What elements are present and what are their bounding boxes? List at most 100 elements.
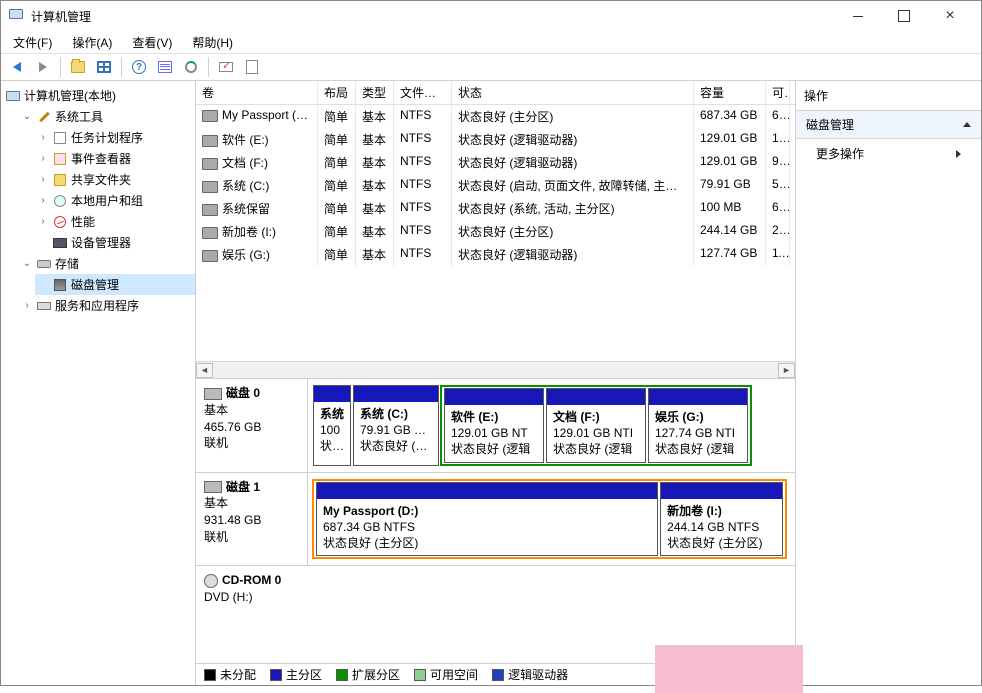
disk-row-cdrom[interactable]: CD-ROM 0 DVD (H:) (196, 566, 795, 612)
close-button[interactable]: × (927, 1, 973, 31)
expand-icon[interactable]: › (37, 132, 49, 143)
volume-header-row: 卷 布局 类型 文件系统 状态 容量 可 (196, 81, 795, 105)
partition-status: 状态良好 (逻辑 (655, 441, 741, 457)
menu-file[interactable]: 文件(F) (5, 32, 60, 53)
expand-icon[interactable]: › (37, 153, 49, 164)
horizontal-scrollbar[interactable]: ◄ ► (196, 361, 795, 378)
partition[interactable]: 娱乐 (G:)127.74 GB NTI状态良好 (逻辑 (648, 388, 748, 463)
partition-name: 新加卷 (I:) (667, 503, 776, 519)
partition[interactable]: 新加卷 (I:)244.14 GB NTFS状态良好 (主分区) (660, 482, 783, 557)
properties-button[interactable] (214, 56, 238, 78)
tree-label: 共享文件夹 (71, 171, 131, 188)
help-button[interactable]: ? (127, 56, 151, 78)
partition[interactable]: 系统100状态良好 (313, 385, 351, 466)
volume-layout: 简单 (318, 174, 356, 197)
partition-meta: 127.74 GB NTI (655, 425, 741, 441)
disk-type: 基本 (204, 402, 299, 419)
volume-type: 基本 (356, 243, 394, 266)
up-button[interactable] (66, 56, 90, 78)
partition-status: 状态良好 (逻辑 (553, 441, 639, 457)
collapse-icon[interactable]: ⌄ (21, 258, 33, 269)
forward-button[interactable] (31, 56, 55, 78)
col-status[interactable]: 状态 (452, 81, 694, 104)
tree-label: 服务和应用程序 (55, 297, 139, 314)
cdrom-drive: DVD (H:) (204, 589, 300, 606)
volume-capacity: 100 MB (694, 197, 766, 220)
col-filesystem[interactable]: 文件系统 (394, 81, 452, 104)
volume-layout: 简单 (318, 105, 356, 128)
volume-name: 软件 (E:) (222, 133, 269, 147)
volume-row[interactable]: My Passport (D:)简单基本NTFS状态良好 (主分区)687.34… (196, 105, 795, 128)
col-type[interactable]: 类型 (356, 81, 394, 104)
partition-name: My Passport (D:) (323, 503, 651, 519)
col-capacity[interactable]: 容量 (694, 81, 766, 104)
content-pane: 卷 布局 类型 文件系统 状态 容量 可 My Passport (D:)简单基… (196, 81, 796, 685)
expand-icon[interactable]: › (37, 216, 49, 227)
partition[interactable]: 软件 (E:)129.01 GB NT状态良好 (逻辑 (444, 388, 544, 463)
volume-row[interactable]: 文档 (F:)简单基本NTFS状态良好 (逻辑驱动器)129.01 GB94 (196, 151, 795, 174)
scroll-right-button[interactable]: ► (778, 363, 795, 378)
volume-free: 11 (766, 243, 790, 266)
task-icon (54, 132, 66, 144)
partition-meta: 687.34 GB NTFS (323, 519, 651, 535)
tree-shared-folders[interactable]: › 共享文件夹 (35, 169, 195, 190)
volume-layout: 简单 (318, 243, 356, 266)
volume-icon (202, 110, 218, 122)
volume-free: 55 (766, 174, 790, 197)
menu-help[interactable]: 帮助(H) (184, 32, 241, 53)
back-button[interactable] (5, 56, 29, 78)
action-more[interactable]: 更多操作 (796, 139, 981, 168)
tree-device-manager[interactable]: 设备管理器 (35, 232, 195, 253)
disk-info: 磁盘 0 基本 465.76 GB 联机 (196, 379, 308, 472)
maximize-button[interactable] (881, 1, 927, 31)
col-free[interactable]: 可 (766, 81, 790, 104)
actions-section[interactable]: 磁盘管理 (796, 111, 981, 139)
refresh-button[interactable] (179, 56, 203, 78)
tree-system-tools[interactable]: ⌄ 系统工具 (19, 106, 195, 127)
swatch-icon (492, 669, 504, 681)
disk-row[interactable]: 磁盘 0 基本 465.76 GB 联机 系统100状态良好 系统 (C:)79… (196, 379, 795, 473)
volume-status: 状态良好 (主分区) (452, 105, 694, 128)
disk-status: 联机 (204, 435, 299, 452)
expand-icon[interactable]: › (37, 174, 49, 185)
tree-task-scheduler[interactable]: ›任务计划程序 (35, 127, 195, 148)
legend-free: 可用空间 (414, 666, 478, 683)
volume-name: 娱乐 (G:) (222, 248, 270, 262)
tree-services-apps[interactable]: › 服务和应用程序 (19, 295, 195, 316)
view-button[interactable] (92, 56, 116, 78)
tree-root[interactable]: 计算机管理(本地) (3, 85, 195, 106)
scroll-left-button[interactable]: ◄ (196, 363, 213, 378)
col-volume[interactable]: 卷 (196, 81, 318, 104)
col-layout[interactable]: 布局 (318, 81, 356, 104)
minimize-button[interactable] (835, 1, 881, 31)
toolbar-separator (121, 57, 122, 77)
list-button[interactable] (153, 56, 177, 78)
services-icon (37, 302, 51, 310)
volume-row[interactable]: 新加卷 (I:)简单基本NTFS状态良好 (主分区)244.14 GB24 (196, 220, 795, 243)
volume-row[interactable]: 软件 (E:)简单基本NTFS状态良好 (逻辑驱动器)129.01 GB10 (196, 128, 795, 151)
volume-row[interactable]: 系统保留简单基本NTFS状态良好 (系统, 活动, 主分区)100 MB65 (196, 197, 795, 220)
doc-button[interactable] (240, 56, 264, 78)
expand-icon[interactable]: › (37, 195, 49, 206)
tree-performance[interactable]: ›性能 (35, 211, 195, 232)
tree-storage[interactable]: ⌄ 存储 (19, 253, 195, 274)
tree-local-users[interactable]: ›本地用户和组 (35, 190, 195, 211)
disk-row[interactable]: 磁盘 1 基本 931.48 GB 联机 My Passport (D:)687… (196, 473, 795, 567)
partition[interactable]: 系统 (C:)79.91 GB NTF状态良好 (启动 (353, 385, 439, 466)
expand-icon[interactable]: › (21, 300, 33, 311)
volume-type: 基本 (356, 174, 394, 197)
partition[interactable]: My Passport (D:)687.34 GB NTFS状态良好 (主分区) (316, 482, 658, 557)
disk-icon (204, 481, 222, 493)
tree-event-viewer[interactable]: ›事件查看器 (35, 148, 195, 169)
volume-status: 状态良好 (主分区) (452, 220, 694, 243)
disk-graphical-view: 磁盘 0 基本 465.76 GB 联机 系统100状态良好 系统 (C:)79… (196, 379, 795, 663)
users-icon (54, 195, 66, 207)
volume-row[interactable]: 系统 (C:)简单基本NTFS状态良好 (启动, 页面文件, 故障转储, 主分区… (196, 174, 795, 197)
collapse-icon[interactable]: ⌄ (21, 111, 33, 122)
tree-disk-management[interactable]: 磁盘管理 (35, 274, 195, 295)
partition[interactable]: 文档 (F:)129.01 GB NTI状态良好 (逻辑 (546, 388, 646, 463)
menu-view[interactable]: 查看(V) (124, 32, 180, 53)
volume-name: 文档 (F:) (222, 156, 268, 170)
menu-action[interactable]: 操作(A) (64, 32, 120, 53)
volume-row[interactable]: 娱乐 (G:)简单基本NTFS状态良好 (逻辑驱动器)127.74 GB11 (196, 243, 795, 266)
